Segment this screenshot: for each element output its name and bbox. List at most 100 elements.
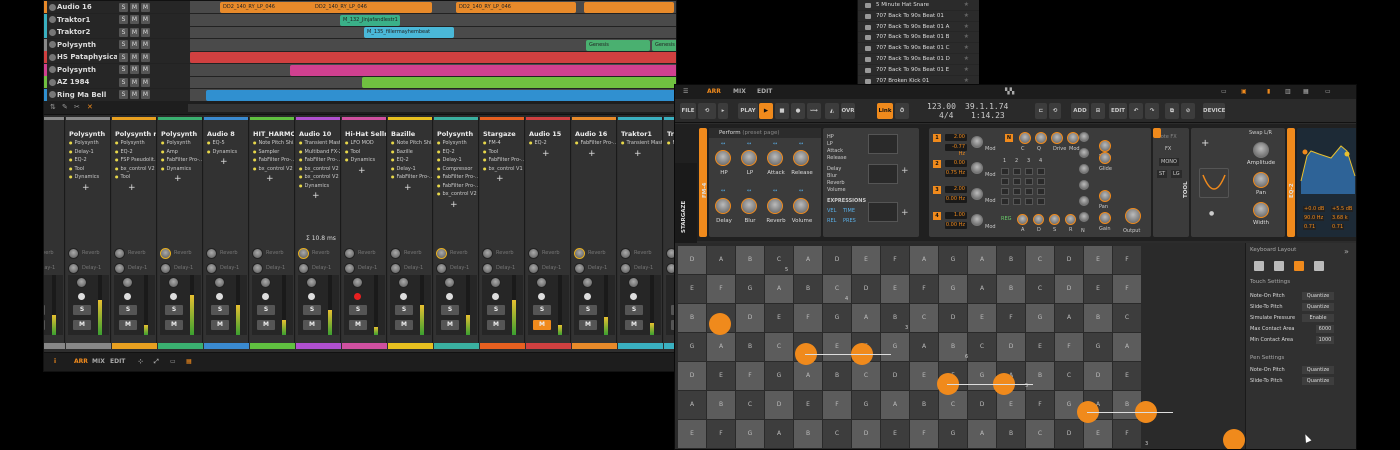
operator-freq[interactable]: 0.75 Hz: [945, 170, 967, 177]
clip[interactable]: [190, 52, 676, 63]
knob-blur[interactable]: [741, 198, 757, 214]
routing-cell[interactable]: [1025, 178, 1033, 185]
add-fx-icon[interactable]: +: [572, 149, 616, 159]
track-button-2[interactable]: M: [141, 65, 150, 74]
eq-value[interactable]: 0.71: [1303, 224, 1317, 230]
tab-edit[interactable]: EDIT: [110, 358, 125, 365]
track-header[interactable]: Polysynth S M M: [44, 38, 190, 51]
solo-button[interactable]: S: [349, 305, 367, 315]
grid-key[interactable]: A: [1113, 333, 1141, 361]
automation-icon[interactable]: ⟿: [807, 103, 821, 119]
grid-key[interactable]: A: [968, 275, 996, 303]
routing-cell[interactable]: [1025, 168, 1033, 175]
add-fx-icon[interactable]: +: [388, 183, 432, 193]
grid-key[interactable]: D: [852, 275, 880, 303]
grid-key[interactable]: A: [968, 420, 996, 448]
mute-button[interactable]: M: [395, 320, 413, 330]
track-button-0[interactable]: S: [119, 65, 128, 74]
operator-number[interactable]: 3: [933, 186, 941, 194]
fx-slot[interactable]: EQ-2: [526, 140, 570, 149]
grid-key[interactable]: A: [707, 246, 735, 274]
channel-name[interactable]: HIT_HARMON...: [250, 120, 294, 140]
channel-name[interactable]: Audio 16: [572, 120, 616, 140]
send-reverb[interactable]: Reverb: [390, 247, 431, 259]
operator-ratio[interactable]: 2.00: [945, 186, 967, 193]
envelope-display-3[interactable]: [868, 202, 898, 222]
add-fx-icon[interactable]: +: [204, 157, 248, 167]
grid-key[interactable]: C: [736, 391, 764, 419]
send-knob[interactable]: [390, 247, 401, 259]
play-button[interactable]: PLAY: [738, 103, 758, 119]
right-knob[interactable]: [1099, 190, 1111, 202]
record-arm-icon[interactable]: [308, 293, 315, 300]
fx-slot[interactable]: FabFilter Pro-...: [250, 157, 295, 166]
expression-tag[interactable]: REL: [827, 218, 836, 224]
grid-key[interactable]: G: [736, 275, 764, 303]
fx-slot[interactable]: Tool: [480, 149, 524, 158]
channel-name[interactable]: Audio 8: [204, 120, 248, 140]
side-knob[interactable]: [1079, 212, 1089, 222]
operator-knob[interactable]: [971, 162, 983, 174]
grid-key[interactable]: E: [794, 391, 822, 419]
track-button-1[interactable]: M: [130, 77, 139, 87]
routing-cell[interactable]: [1001, 178, 1009, 185]
channel-name[interactable]: Bazille: [388, 120, 432, 140]
fx-slot[interactable]: FabFilter Pro-...: [434, 183, 479, 192]
fx-slot[interactable]: Polysynth: [112, 140, 156, 149]
grid-key[interactable]: E: [997, 391, 1025, 419]
routing-cell[interactable]: [1037, 198, 1045, 205]
loop-button[interactable]: ⟲: [698, 103, 716, 119]
send-reverb[interactable]: Reverb: [574, 247, 615, 259]
edit-button[interactable]: EDIT: [1109, 103, 1127, 119]
fx-slot[interactable]: Polysynth: [158, 140, 202, 149]
side-knob[interactable]: [1079, 164, 1089, 174]
channel-name[interactable]: [44, 120, 64, 140]
track-row[interactable]: Traktor2 S M M M_135_fillermayhembeat: [44, 26, 676, 39]
track-header[interactable]: Traktor1 S M M: [44, 13, 190, 26]
send-knob[interactable]: [252, 262, 263, 274]
pan-knob[interactable]: [168, 277, 179, 288]
fx-slot[interactable]: EQ-2: [388, 157, 432, 166]
grid-key[interactable]: D: [939, 304, 967, 332]
mod-target[interactable]: Release: [827, 155, 847, 161]
fx-slot[interactable]: FabFilter Pro-...: [388, 174, 433, 183]
grid-key[interactable]: A: [794, 362, 822, 390]
grid-key[interactable]: F: [707, 420, 735, 448]
grid-key[interactable]: B: [707, 391, 735, 419]
mute-button[interactable]: M: [625, 320, 643, 330]
fx-slot[interactable]: Polysynth: [434, 140, 478, 149]
side-knob[interactable]: [1079, 196, 1089, 206]
grid-key[interactable]: B: [736, 333, 764, 361]
eq-value[interactable]: 90.0 Hz: [1303, 215, 1325, 221]
star-icon[interactable]: ★: [964, 43, 969, 54]
adsr-knob[interactable]: [1049, 214, 1060, 225]
track-row[interactable]: Audio 16 S M M DD2_140_RY_LP_046 DD2_140_RY_L…: [44, 1, 676, 14]
grid-key[interactable]: E: [910, 362, 938, 390]
expression-tag[interactable]: VEL: [827, 208, 836, 214]
touch-point[interactable]: [1223, 429, 1245, 449]
solo-button[interactable]: S: [303, 305, 321, 315]
send-knob[interactable]: [252, 247, 263, 259]
punch-icon[interactable]: ⊏: [1035, 103, 1047, 119]
track-header[interactable]: Polysynth S M M: [44, 63, 190, 76]
meter-icon[interactable]: ▮: [1267, 88, 1270, 95]
tool-curve-icon[interactable]: [1199, 168, 1229, 198]
tempo-display[interactable]: 123.00 4/4: [927, 102, 956, 120]
channel-name[interactable]: Polysynth: [66, 120, 110, 140]
grid-key[interactable]: D: [852, 420, 880, 448]
track-button-2[interactable]: M: [141, 52, 150, 62]
tab-arr[interactable]: ARR: [707, 88, 721, 95]
min-contact-field[interactable]: 1000: [1316, 336, 1334, 344]
grid-key[interactable]: A: [910, 246, 938, 274]
record-arm-icon[interactable]: [400, 293, 407, 300]
collapse-icon[interactable]: »: [1344, 247, 1349, 256]
record-arm-icon[interactable]: [492, 293, 499, 300]
grid-key[interactable]: C: [968, 333, 996, 361]
pen-slide-select[interactable]: Quantize: [1302, 377, 1334, 385]
knob-volume[interactable]: [793, 198, 809, 214]
routing-cell[interactable]: [1013, 188, 1021, 195]
grid-key[interactable]: G: [765, 362, 793, 390]
pan-knob[interactable]: [1253, 172, 1269, 188]
send-knob[interactable]: [344, 262, 355, 274]
undo-icon[interactable]: ↶: [1129, 103, 1143, 119]
